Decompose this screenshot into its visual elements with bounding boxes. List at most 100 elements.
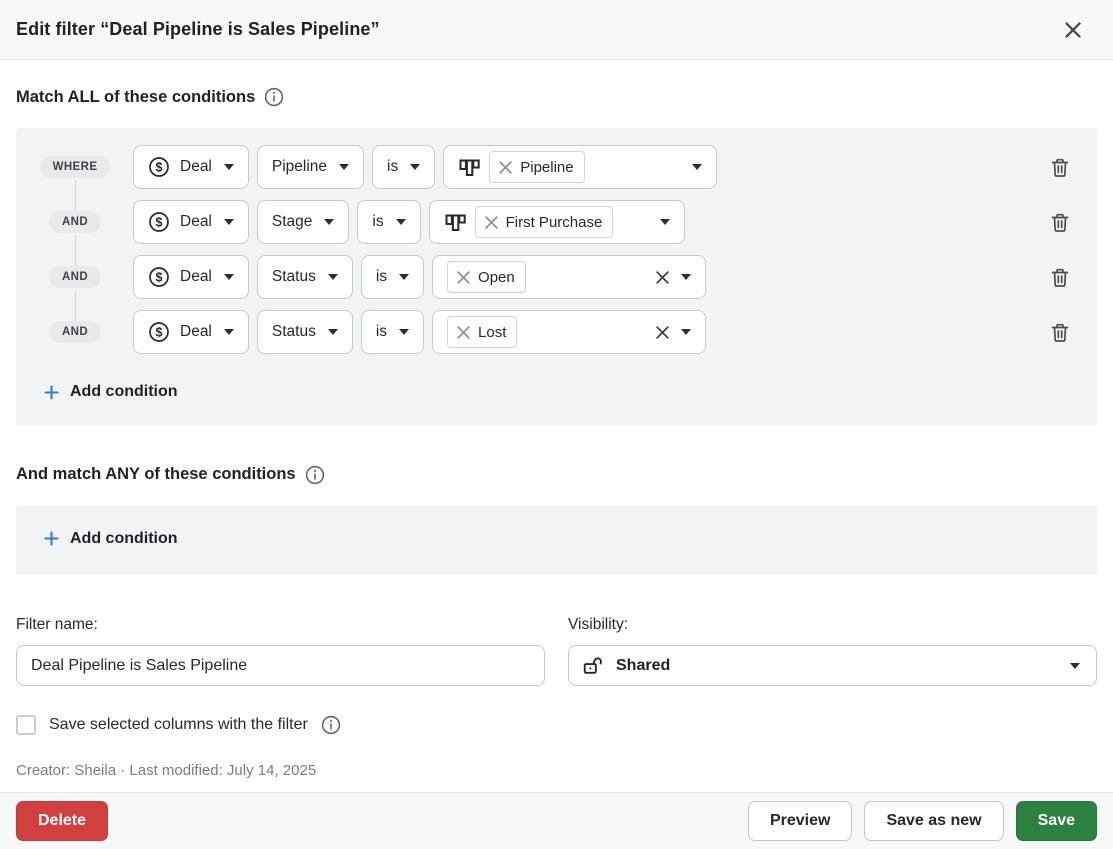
chevron-down-icon	[328, 274, 338, 280]
chevron-down-icon	[692, 164, 702, 170]
chevron-down-icon	[339, 164, 349, 170]
info-icon[interactable]	[305, 465, 325, 485]
save-button[interactable]: Save	[1016, 801, 1097, 841]
chevron-down-icon	[399, 274, 409, 280]
info-icon[interactable]	[321, 715, 341, 735]
chevron-down-icon	[399, 329, 409, 335]
chevron-down-icon	[224, 329, 234, 335]
dialog-footer: Delete Preview Save as new Save	[0, 792, 1113, 849]
value-chip-label: Pipeline	[520, 159, 573, 176]
match-any-heading: And match ANY of these conditions	[16, 465, 1097, 485]
deal-dollar-icon	[148, 321, 170, 343]
deal-dollar-icon	[148, 266, 170, 288]
add-condition-label: Add condition	[70, 530, 178, 548]
chevron-down-icon	[396, 219, 406, 225]
remove-value-icon[interactable]	[498, 160, 513, 175]
trash-icon	[1049, 211, 1071, 234]
entity-select[interactable]: Deal	[133, 200, 249, 244]
filter-name-input[interactable]	[16, 645, 545, 686]
filter-name-group: Filter name:	[16, 616, 545, 686]
value-chip: Open	[447, 261, 526, 293]
add-condition-button[interactable]: Add condition	[44, 383, 178, 401]
operator-label: is	[387, 158, 398, 176]
value-chip: First Purchase	[475, 206, 614, 238]
visibility-select[interactable]: Shared	[568, 645, 1097, 686]
condition-row-1: WHERE Deal Pipeline is	[32, 145, 1074, 189]
field-select[interactable]: Status	[257, 310, 353, 354]
clear-value-icon[interactable]	[655, 270, 670, 285]
save-columns-checkbox[interactable]	[16, 715, 36, 735]
delete-condition-button[interactable]	[1046, 263, 1074, 291]
value-chip-label: Open	[478, 269, 515, 286]
value-select[interactable]: First Purchase	[429, 200, 685, 244]
chevron-down-icon	[681, 274, 691, 280]
value-chip: Lost	[447, 316, 517, 348]
field-select[interactable]: Status	[257, 255, 353, 299]
edit-filter-dialog: Edit filter “Deal Pipeline is Sales Pipe…	[0, 0, 1113, 779]
plus-icon	[44, 531, 59, 546]
clear-value-icon[interactable]	[655, 325, 670, 340]
deal-dollar-icon	[148, 156, 170, 178]
visibility-value: Shared	[616, 657, 670, 675]
match-all-panel: WHERE Deal Pipeline is	[16, 128, 1097, 425]
chevron-down-icon	[1070, 663, 1080, 669]
chevron-down-icon	[324, 219, 334, 225]
operator-select[interactable]: is	[361, 310, 424, 354]
entity-label: Deal	[180, 323, 212, 341]
delete-condition-button[interactable]	[1046, 208, 1074, 236]
name-visibility-row: Filter name: Visibility: Shared	[16, 616, 1097, 686]
save-as-new-button[interactable]: Save as new	[864, 801, 1003, 841]
match-all-heading-text: Match ALL of these conditions	[16, 88, 255, 107]
operator-label: is	[376, 268, 387, 286]
close-button[interactable]	[1059, 16, 1087, 44]
field-label: Stage	[272, 213, 313, 231]
info-icon[interactable]	[264, 87, 284, 107]
value-select[interactable]: Open	[432, 255, 706, 299]
plus-icon	[44, 385, 59, 400]
condition-connector: AND	[49, 211, 101, 233]
trash-icon	[1049, 156, 1071, 179]
dialog-header: Edit filter “Deal Pipeline is Sales Pipe…	[0, 0, 1113, 60]
field-select[interactable]: Stage	[257, 200, 350, 244]
deal-dollar-icon	[148, 211, 170, 233]
visibility-label: Visibility:	[568, 616, 1097, 634]
condition-row-4: AND Deal Status is	[32, 310, 1074, 354]
delete-button[interactable]: Delete	[16, 801, 108, 841]
value-select[interactable]: Lost	[432, 310, 706, 354]
field-select[interactable]: Pipeline	[257, 145, 364, 189]
entity-label: Deal	[180, 158, 212, 176]
remove-value-icon[interactable]	[484, 215, 499, 230]
visibility-group: Visibility: Shared	[568, 616, 1097, 686]
operator-select[interactable]: is	[357, 200, 420, 244]
condition-connector: AND	[49, 321, 101, 343]
chevron-down-icon	[224, 164, 234, 170]
add-condition-label: Add condition	[70, 383, 178, 401]
remove-value-icon[interactable]	[456, 325, 471, 340]
operator-select[interactable]: is	[372, 145, 435, 189]
condition-connector: WHERE	[40, 156, 111, 178]
entity-label: Deal	[180, 268, 212, 286]
entity-label: Deal	[180, 213, 212, 231]
add-condition-button[interactable]: Add condition	[44, 530, 178, 548]
chevron-down-icon	[224, 219, 234, 225]
delete-condition-button[interactable]	[1046, 318, 1074, 346]
condition-connector: AND	[49, 266, 101, 288]
chevron-down-icon	[681, 329, 691, 335]
chevron-down-icon	[410, 164, 420, 170]
chevron-down-icon	[660, 219, 670, 225]
delete-condition-button[interactable]	[1046, 153, 1074, 181]
preview-button[interactable]: Preview	[748, 801, 852, 841]
remove-value-icon[interactable]	[456, 270, 471, 285]
operator-select[interactable]: is	[361, 255, 424, 299]
entity-select[interactable]: Deal	[133, 310, 249, 354]
trash-icon	[1049, 321, 1071, 344]
value-chip-label: Lost	[478, 324, 506, 341]
value-select[interactable]: Pipeline	[443, 145, 717, 189]
close-icon	[1064, 21, 1082, 39]
entity-select[interactable]: Deal	[133, 145, 249, 189]
match-all-heading: Match ALL of these conditions	[16, 87, 1097, 107]
field-label: Pipeline	[272, 158, 327, 176]
entity-select[interactable]: Deal	[133, 255, 249, 299]
match-any-panel: Add condition	[16, 506, 1097, 576]
pipeline-funnel-icon	[444, 211, 467, 234]
